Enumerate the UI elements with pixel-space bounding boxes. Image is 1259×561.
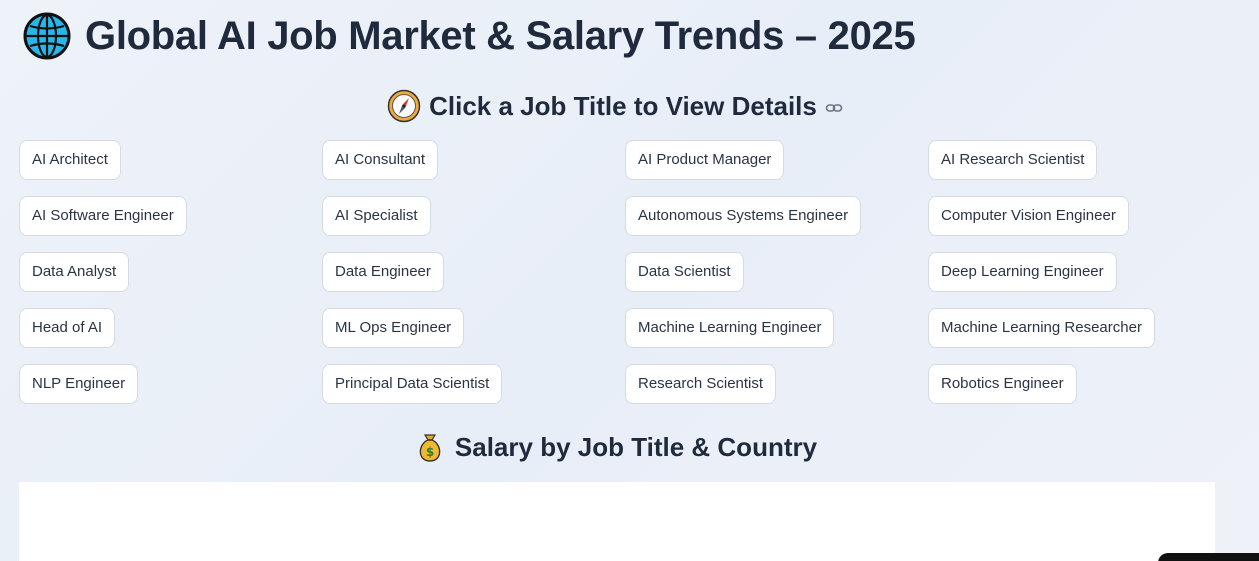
job-button-ai-specialist[interactable]: AI Specialist: [322, 196, 431, 236]
job-button-computer-vision-engineer[interactable]: Computer Vision Engineer: [928, 196, 1129, 236]
job-title-grid: AI Architect AI Consultant AI Product Ma…: [19, 140, 1231, 420]
job-button-machine-learning-engineer[interactable]: Machine Learning Engineer: [625, 308, 835, 348]
salary-section-header: $ Salary by Job Title & Country: [0, 430, 1230, 464]
job-button-principal-data-scientist[interactable]: Principal Data Scientist: [322, 364, 503, 404]
page-title: Global AI Job Market & Salary Trends – 2…: [85, 13, 916, 58]
job-button-autonomous-systems-engineer[interactable]: Autonomous Systems Engineer: [625, 196, 862, 236]
job-titles-section-header: Click a Job Title to View Details: [0, 89, 1230, 123]
job-button-ai-architect[interactable]: AI Architect: [19, 140, 121, 180]
job-button-data-engineer[interactable]: Data Engineer: [322, 252, 444, 292]
compass-icon: [387, 89, 421, 123]
svg-text:$: $: [426, 445, 434, 459]
job-button-ai-research-scientist[interactable]: AI Research Scientist: [928, 140, 1098, 180]
job-button-ai-product-manager[interactable]: AI Product Manager: [625, 140, 785, 180]
job-button-data-scientist[interactable]: Data Scientist: [625, 252, 744, 292]
salary-heading: Salary by Job Title & Country: [454, 431, 818, 462]
job-button-research-scientist[interactable]: Research Scientist: [625, 364, 777, 404]
page-header: Global AI Job Market & Salary Trends – 2…: [23, 12, 916, 60]
job-button-machine-learning-researcher[interactable]: Machine Learning Researcher: [928, 308, 1155, 348]
job-button-data-analyst[interactable]: Data Analyst: [19, 252, 130, 292]
globe-icon: [23, 12, 71, 60]
money-bag-icon: $: [419, 434, 441, 462]
job-button-nlp-engineer[interactable]: NLP Engineer: [19, 364, 139, 404]
job-button-ai-software-engineer[interactable]: AI Software Engineer: [19, 196, 187, 236]
salary-chart-container: [19, 482, 1215, 561]
job-button-ml-ops-engineer[interactable]: ML Ops Engineer: [322, 308, 465, 348]
job-button-deep-learning-engineer[interactable]: Deep Learning Engineer: [928, 252, 1117, 292]
job-button-ai-consultant[interactable]: AI Consultant: [322, 140, 439, 180]
link-icon[interactable]: [825, 99, 843, 117]
job-titles-heading: Click a Job Title to View Details: [429, 90, 817, 121]
floating-toolbar[interactable]: [1158, 553, 1259, 561]
job-button-robotics-engineer[interactable]: Robotics Engineer: [928, 364, 1077, 404]
job-button-head-of-ai[interactable]: Head of AI: [19, 308, 116, 348]
